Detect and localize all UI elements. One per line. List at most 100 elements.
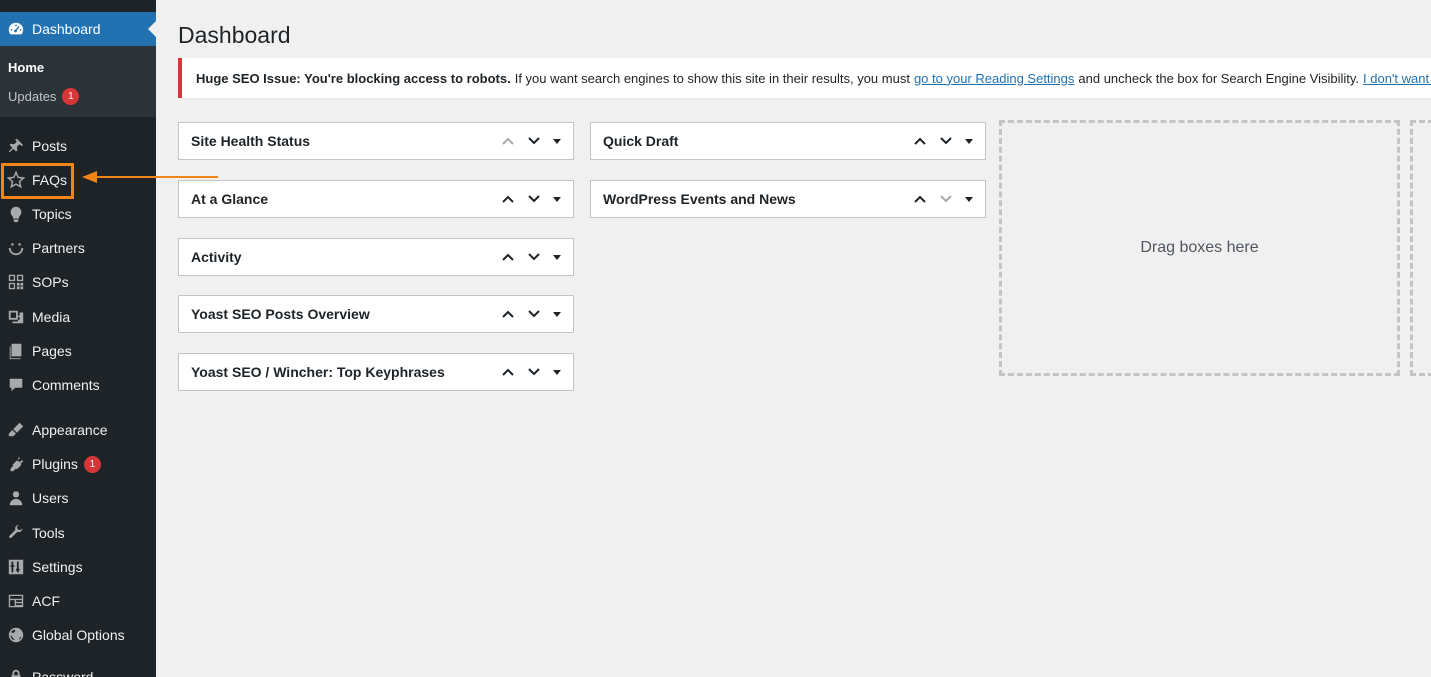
menu-label: Settings [32,559,83,575]
table-icon [0,592,32,610]
toggle-panel-icon[interactable] [959,123,979,159]
move-up-icon[interactable] [907,181,933,217]
menu-label: Password [32,669,94,677]
smiley-icon [0,239,32,257]
menu-label: Posts [32,138,68,154]
toggle-panel-icon[interactable] [547,181,567,217]
main-content: Dashboard Huge SEO Issue: You're blockin… [156,0,1431,677]
menu-item-comments[interactable]: Comments [0,368,156,402]
toggle-panel-icon[interactable] [547,296,567,332]
pages-icon [0,342,32,360]
menu-item-settings[interactable]: Settings [0,550,156,584]
menu-label: Dashboard [32,21,101,37]
toggle-panel-icon[interactable] [547,123,567,159]
reading-settings-link[interactable]: go to your Reading Settings [914,71,1074,86]
menu-label: Media [32,309,71,325]
plugins-count-badge: 1 [83,455,101,473]
widget-events-news: WordPress Events and News [590,180,986,218]
wrench-icon [0,524,32,542]
menu-item-posts[interactable]: Posts [0,129,156,163]
widget-title[interactable]: Quick Draft [603,133,678,149]
widget-activity: Activity [178,238,574,276]
widget-title[interactable]: WordPress Events and News [603,191,796,207]
dashboard-submenu: Home Updates 1 [0,46,156,117]
menu-label: Users [32,490,69,506]
drop-zone-label: Drag boxes here [1140,239,1259,256]
menu-item-acf[interactable]: ACF [0,584,156,618]
drop-zone-column-3[interactable]: Drag boxes here [999,120,1400,376]
grid-icon [0,273,32,291]
move-down-icon[interactable] [521,354,547,390]
menu-item-users[interactable]: Users [0,481,156,515]
notice-text: If you want search engines to show this … [514,70,910,86]
menu-item-partners[interactable]: Partners [0,231,156,265]
widget-quick-draft: Quick Draft [590,122,986,160]
brush-icon [0,421,32,439]
submenu-label: Home [8,60,45,75]
widget-title[interactable]: At a Glance [191,191,268,207]
toggle-panel-icon[interactable] [959,181,979,217]
notice-text: and uncheck the box for Search Engine Vi… [1078,70,1360,86]
move-down-icon[interactable] [933,181,959,217]
move-down-icon[interactable] [521,123,547,159]
menu-item-topics[interactable]: Topics [0,197,156,231]
move-up-icon[interactable] [495,354,521,390]
updates-count-badge: 1 [62,88,80,105]
notice-strong: Huge SEO Issue: You're blocking access t… [196,70,511,86]
menu-item-password[interactable]: Password [0,660,156,677]
menu-item-global-options[interactable]: Global Options [0,618,156,652]
menu-label: Partners [32,240,85,256]
menu-item-media[interactable]: Media [0,300,156,334]
submenu-home[interactable]: Home [8,60,44,75]
menu-label: SOPs [32,274,69,290]
menu-item-dashboard[interactable]: Dashboard [0,12,156,46]
lock-icon [0,668,32,677]
page-title: Dashboard [178,22,291,48]
widget-title[interactable]: Yoast SEO Posts Overview [191,306,370,322]
widget-yoast-posts-overview: Yoast SEO Posts Overview [178,295,574,333]
move-down-icon[interactable] [521,181,547,217]
media-icon [0,308,32,326]
widget-yoast-wincher-keyphrases: Yoast SEO / Wincher: Top Keyphrases [178,353,574,391]
move-down-icon[interactable] [933,123,959,159]
submenu-updates[interactable]: Updates 1 [8,88,80,105]
menu-item-pages[interactable]: Pages [0,334,156,368]
move-up-icon[interactable] [495,123,521,159]
widget-at-a-glance: At a Glance [178,180,574,218]
drop-zone-column-4[interactable] [1410,120,1431,376]
menu-label: FAQs [32,172,68,188]
admin-sidebar: Dashboard Home Updates 1 Posts FAQs Topi… [0,0,156,677]
widget-title[interactable]: Yoast SEO / Wincher: Top Keyphrases [191,364,445,380]
widget-title[interactable]: Site Health Status [191,133,310,149]
menu-item-plugins[interactable]: Plugins 1 [0,447,156,481]
move-up-icon[interactable] [495,181,521,217]
dismiss-search-link[interactable]: I don't want this site to show in the se… [1363,71,1431,86]
widget-title[interactable]: Activity [191,249,242,265]
settings-icon [0,558,32,576]
menu-label: Appearance [32,422,108,438]
toggle-panel-icon[interactable] [547,239,567,275]
menu-item-appearance[interactable]: Appearance [0,413,156,447]
comment-icon [0,376,32,394]
toggle-panel-icon[interactable] [547,354,567,390]
menu-label: ACF [32,593,60,609]
plugin-icon [0,455,32,473]
menu-label: Tools [32,525,65,541]
move-up-icon[interactable] [907,123,933,159]
submenu-label: Updates [8,89,57,104]
move-down-icon[interactable] [521,239,547,275]
menu-item-tools[interactable]: Tools [0,516,156,550]
menu-label: Pages [32,343,72,359]
menu-label: Plugins [32,456,78,472]
star-icon [0,171,32,189]
menu-label: Comments [32,377,100,393]
user-icon [0,489,32,507]
move-up-icon[interactable] [495,296,521,332]
menu-label: Topics [32,206,72,222]
move-up-icon[interactable] [495,239,521,275]
menu-item-sops[interactable]: SOPs [0,265,156,299]
seo-notice: Huge SEO Issue: You're blocking access t… [178,58,1431,98]
menu-label: Global Options [32,627,125,643]
move-down-icon[interactable] [521,296,547,332]
dashboard-icon [0,20,32,38]
